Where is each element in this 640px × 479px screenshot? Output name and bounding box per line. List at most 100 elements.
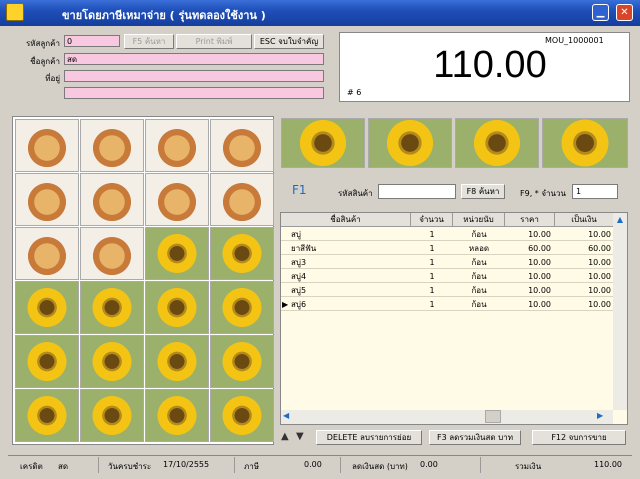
close-button[interactable]: ✕ bbox=[616, 4, 633, 21]
product-tile[interactable] bbox=[145, 389, 209, 442]
status-divider bbox=[234, 457, 235, 473]
table-row[interactable]: สบู่4 1 ก้อน 10.00 10.00 bbox=[281, 271, 614, 283]
scroll-thumb[interactable] bbox=[485, 410, 501, 423]
product-tile[interactable] bbox=[80, 389, 144, 442]
row-unit: ก้อน bbox=[471, 258, 487, 267]
row-price: 10.00 bbox=[528, 286, 551, 295]
product-tile[interactable] bbox=[210, 389, 274, 442]
f3-discount-button[interactable]: F3 ลดรวมเงินสด บาท bbox=[429, 430, 521, 445]
product-tile[interactable] bbox=[210, 335, 274, 388]
customer-code-field[interactable]: 0 bbox=[64, 35, 120, 47]
table-horizontal-scrollbar[interactable]: ◀ ▶ bbox=[281, 410, 613, 424]
row-amount: 10.00 bbox=[588, 230, 611, 239]
product-tile[interactable] bbox=[145, 119, 209, 172]
category-image[interactable] bbox=[542, 118, 628, 168]
table-vertical-scrollbar[interactable]: ▲ bbox=[613, 213, 627, 410]
scroll-left-icon[interactable]: ◀ bbox=[283, 411, 295, 423]
product-tile[interactable] bbox=[15, 281, 79, 334]
move-up-icon[interactable]: ▲ bbox=[281, 431, 293, 445]
product-tile[interactable] bbox=[210, 227, 274, 280]
row-name: สบู่4 bbox=[291, 272, 307, 281]
customer-name-label: ชื่อลูกค้า bbox=[30, 57, 60, 66]
status-divider bbox=[98, 457, 99, 473]
row-name: สบู่5 bbox=[291, 286, 307, 295]
product-tile[interactable] bbox=[80, 227, 144, 280]
tax-label: ภาษี bbox=[244, 462, 260, 471]
row-qty: 1 bbox=[429, 272, 435, 281]
app-icon[interactable] bbox=[6, 3, 24, 21]
f1-label: F1 bbox=[292, 183, 307, 197]
product-tile[interactable] bbox=[15, 335, 79, 388]
minimize-button[interactable]: ▁ bbox=[592, 4, 609, 21]
address-label: ที่อยู่ bbox=[45, 74, 60, 83]
status-divider bbox=[340, 457, 341, 473]
row-price: 10.00 bbox=[528, 300, 551, 309]
product-tile[interactable] bbox=[210, 119, 274, 172]
row-price: 10.00 bbox=[528, 272, 551, 281]
product-tile[interactable] bbox=[15, 389, 79, 442]
row-amount: 10.00 bbox=[588, 258, 611, 267]
row-amount: 10.00 bbox=[588, 286, 611, 295]
product-tile[interactable] bbox=[80, 119, 144, 172]
product-tile[interactable] bbox=[210, 281, 274, 334]
category-image[interactable] bbox=[455, 118, 539, 168]
row-name: ยาสีฟัน bbox=[291, 244, 317, 253]
row-qty: 1 bbox=[429, 230, 435, 239]
row-price: 60.00 bbox=[528, 244, 551, 253]
column-header: ชื่อสินค้า bbox=[281, 213, 411, 227]
product-tile[interactable] bbox=[80, 335, 144, 388]
column-header: จำนวน bbox=[411, 213, 453, 227]
product-tile[interactable] bbox=[210, 173, 274, 226]
print-button[interactable]: Print พิมพ์ bbox=[176, 34, 252, 49]
row-price: 10.00 bbox=[528, 258, 551, 267]
row-name: สบู่3 bbox=[291, 258, 307, 267]
tax-value: 0.00 bbox=[304, 460, 322, 469]
row-qty: 1 bbox=[429, 300, 435, 309]
f12-finish-sale-button[interactable]: F12 จบการขาย bbox=[532, 430, 626, 445]
product-tile[interactable] bbox=[80, 173, 144, 226]
due-date-value: 17/10/2555 bbox=[163, 460, 210, 469]
product-tile[interactable] bbox=[145, 227, 209, 280]
product-tile[interactable] bbox=[80, 281, 144, 334]
address-field-2[interactable] bbox=[64, 87, 324, 99]
row-name: สบู่ bbox=[291, 230, 301, 239]
scroll-right-icon[interactable]: ▶ bbox=[597, 411, 609, 423]
table-row[interactable]: ยาสีฟัน 1 หลอด 60.00 60.00 bbox=[281, 243, 614, 255]
column-header: ราคา bbox=[505, 213, 555, 227]
move-down-icon[interactable]: ▼ bbox=[296, 431, 308, 445]
f8-search-button[interactable]: F8 ค้นหา bbox=[461, 184, 505, 199]
delete-item-button[interactable]: DELETE ลบรายการย่อย bbox=[316, 430, 422, 445]
product-tile[interactable] bbox=[145, 281, 209, 334]
f5-search-button[interactable]: F5 ค้นหา bbox=[124, 34, 174, 49]
row-qty: 1 bbox=[429, 286, 435, 295]
scroll-up-icon[interactable]: ▲ bbox=[614, 215, 626, 227]
product-tile[interactable] bbox=[145, 173, 209, 226]
table-row[interactable]: ▶ สบู่6 1 ก้อน 10.00 10.00 bbox=[281, 299, 614, 311]
cash-discount-value: 0.00 bbox=[420, 460, 438, 469]
row-qty: 1 bbox=[429, 258, 435, 267]
total-label: รวมเงิน bbox=[515, 462, 542, 471]
category-image[interactable] bbox=[281, 118, 365, 168]
column-header: หน่วยนับ bbox=[453, 213, 505, 227]
quantity-label: F9, * จำนวน bbox=[520, 189, 566, 198]
product-code-input[interactable] bbox=[378, 184, 456, 199]
product-tile[interactable] bbox=[15, 119, 79, 172]
customer-name-field[interactable]: สด bbox=[64, 53, 324, 65]
quantity-input[interactable]: 1 bbox=[572, 184, 618, 199]
row-unit: ก้อน bbox=[471, 230, 487, 239]
product-grid bbox=[12, 116, 274, 445]
row-amount: 10.00 bbox=[588, 300, 611, 309]
table-row[interactable]: สบู่ 1 ก้อน 10.00 10.00 bbox=[281, 229, 614, 241]
esc-close-button[interactable]: ESC จบใบจำคัญ bbox=[254, 34, 324, 49]
address-field-1[interactable] bbox=[64, 70, 324, 82]
product-tile[interactable] bbox=[15, 173, 79, 226]
row-qty: 1 bbox=[429, 244, 435, 253]
category-image[interactable] bbox=[368, 118, 452, 168]
row-unit: ก้อน bbox=[471, 286, 487, 295]
item-counter: # 6 bbox=[347, 88, 362, 97]
grand-total: 110.00 bbox=[433, 44, 547, 86]
table-row[interactable]: สบู่3 1 ก้อน 10.00 10.00 bbox=[281, 257, 614, 269]
product-tile[interactable] bbox=[145, 335, 209, 388]
product-tile[interactable] bbox=[15, 227, 79, 280]
table-row[interactable]: สบู่5 1 ก้อน 10.00 10.00 bbox=[281, 285, 614, 297]
